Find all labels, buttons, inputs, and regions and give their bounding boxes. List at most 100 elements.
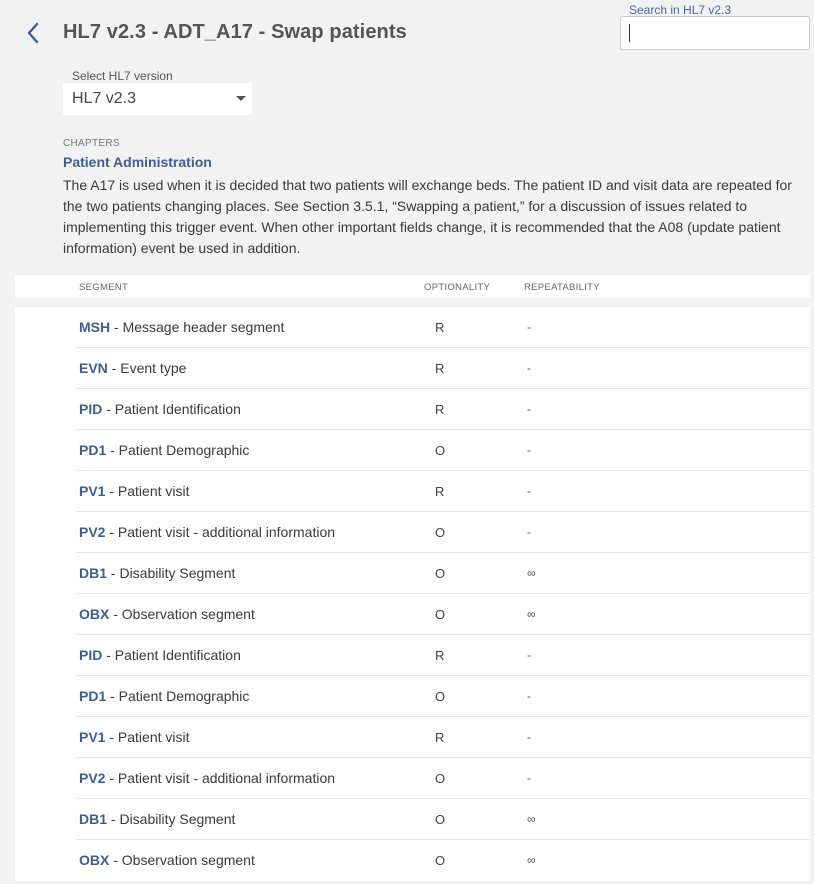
segment-code-link[interactable]: OBX <box>79 852 109 868</box>
optionality-cell: R <box>435 730 445 745</box>
segment-cell: PD1 - Patient Demographic <box>79 442 249 458</box>
repeatability-cell: - <box>527 648 531 662</box>
segment-name: - Disability Segment <box>107 811 236 827</box>
text-cursor <box>629 24 630 42</box>
repeatability-cell: - <box>527 525 531 539</box>
segment-cell: PV2 - Patient visit - additional informa… <box>79 524 335 540</box>
segment-name: - Observation segment <box>109 606 255 622</box>
repeatability-cell: ∞ <box>527 812 536 826</box>
segment-code-link[interactable]: PV1 <box>79 729 105 745</box>
search-label: Search in HL7 v2.3 <box>629 3 732 17</box>
repeatability-cell: - <box>527 320 531 334</box>
table-row[interactable]: PV2 - Patient visit - additional informa… <box>15 758 810 799</box>
column-header-repeatability[interactable]: REPEATABILITY <box>524 282 600 293</box>
back-button[interactable] <box>22 20 44 46</box>
segment-code-link[interactable]: OBX <box>79 606 109 622</box>
table-row[interactable]: PD1 - Patient Demographic O - <box>15 430 810 471</box>
version-select-value: HL7 v2.3 <box>72 90 137 107</box>
optionality-cell: O <box>435 689 446 704</box>
optionality-cell: O <box>435 525 446 540</box>
repeatability-cell: - <box>527 484 531 498</box>
repeatability-cell: - <box>527 689 531 703</box>
table-row[interactable]: DB1 - Disability Segment O ∞ <box>15 799 810 840</box>
segment-code-link[interactable]: PID <box>79 647 102 663</box>
optionality-cell: O <box>435 566 446 581</box>
segment-code-link[interactable]: PD1 <box>79 442 106 458</box>
segment-name: - Patient Identification <box>102 401 241 417</box>
repeatability-cell: - <box>527 771 531 785</box>
segment-cell: DB1 - Disability Segment <box>79 811 235 827</box>
segment-code-link[interactable]: PV2 <box>79 524 105 540</box>
segment-cell: OBX - Observation segment <box>79 606 255 622</box>
segment-code-link[interactable]: PV2 <box>79 770 105 786</box>
table-row[interactable]: PV2 - Patient visit - additional informa… <box>15 512 810 553</box>
segment-cell: PID - Patient Identification <box>79 401 241 417</box>
segment-cell: OBX - Observation segment <box>79 852 255 868</box>
segment-code-link[interactable]: MSH <box>79 319 110 335</box>
segment-cell: DB1 - Disability Segment <box>79 565 235 581</box>
segment-code-link[interactable]: DB1 <box>79 565 107 581</box>
optionality-cell: R <box>435 484 445 499</box>
segment-name: - Patient visit <box>105 483 190 499</box>
optionality-cell: O <box>435 607 446 622</box>
search-input[interactable] <box>620 16 810 50</box>
optionality-cell: O <box>435 853 446 868</box>
optionality-cell: O <box>435 443 446 458</box>
table-row[interactable]: PID - Patient Identification R - <box>15 635 810 676</box>
table-row[interactable]: PV1 - Patient visit R - <box>15 471 810 512</box>
segment-cell: MSH - Message header segment <box>79 319 284 335</box>
segment-table: MSH - Message header segment R - EVN - Even… <box>15 307 810 881</box>
optionality-cell: R <box>435 320 445 335</box>
segment-cell: PV2 - Patient visit - additional informa… <box>79 770 335 786</box>
segment-code-link[interactable]: EVN <box>79 360 108 376</box>
table-row[interactable]: OBX - Observation segment O ∞ <box>15 840 810 881</box>
segment-cell: EVN - Event type <box>79 360 186 376</box>
table-row[interactable]: DB1 - Disability Segment O ∞ <box>15 553 810 594</box>
segment-name: - Disability Segment <box>107 565 236 581</box>
optionality-cell: O <box>435 812 446 827</box>
table-row[interactable]: PV1 - Patient visit R - <box>15 717 810 758</box>
repeatability-cell: - <box>527 402 531 416</box>
optionality-cell: O <box>435 771 446 786</box>
segment-name: - Patient visit - additional information <box>105 770 336 786</box>
repeatability-cell: - <box>527 443 531 457</box>
repeatability-cell: - <box>527 361 531 375</box>
segment-name: - Event type <box>107 360 187 376</box>
chapters-label: CHAPTERS <box>63 138 120 149</box>
table-row[interactable]: MSH - Message header segment R - <box>15 307 810 348</box>
event-description: The A17 is used when it is decided that … <box>63 177 792 256</box>
segment-cell: PV1 - Patient visit <box>79 729 190 745</box>
column-header-segment[interactable]: SEGMENT <box>79 282 128 293</box>
table-row[interactable]: EVN - Event type R - <box>15 348 810 389</box>
chapter-link[interactable]: Patient Administration <box>63 154 212 170</box>
table-header: SEGMENT OPTIONALITY REPEATABILITY <box>15 275 810 298</box>
repeatability-cell: ∞ <box>527 853 536 867</box>
table-row[interactable]: PD1 - Patient Demographic O - <box>15 676 810 717</box>
segment-code-link[interactable]: DB1 <box>79 811 107 827</box>
segment-name: - Patient Demographic <box>106 442 250 458</box>
optionality-cell: R <box>435 361 445 376</box>
segment-cell: PV1 - Patient visit <box>79 483 190 499</box>
version-select-label: Select HL7 version <box>72 69 173 83</box>
segment-code-link[interactable]: PD1 <box>79 688 106 704</box>
segment-name: - Patient Demographic <box>106 688 250 704</box>
optionality-cell: R <box>435 402 445 417</box>
segment-cell: PD1 - Patient Demographic <box>79 688 249 704</box>
table-row[interactable]: PID - Patient Identification R - <box>15 389 810 430</box>
table-row[interactable]: OBX - Observation segment O ∞ <box>15 594 810 635</box>
segment-name: - Message header segment <box>110 319 285 335</box>
version-select[interactable]: HL7 v2.3 <box>63 83 252 115</box>
dropdown-caret-icon <box>236 96 246 101</box>
segment-name: - Patient visit - additional information <box>105 524 336 540</box>
repeatability-cell: ∞ <box>527 607 536 621</box>
column-header-optionality[interactable]: OPTIONALITY <box>424 282 490 293</box>
page-title: HL7 v2.3 - ADT_A17 - Swap patients <box>63 21 407 43</box>
segment-name: - Patient visit <box>105 729 190 745</box>
segment-code-link[interactable]: PID <box>79 401 102 417</box>
repeatability-cell: ∞ <box>527 566 536 580</box>
segment-code-link[interactable]: PV1 <box>79 483 105 499</box>
segment-name: - Patient Identification <box>102 647 241 663</box>
optionality-cell: R <box>435 648 445 663</box>
segment-name: - Observation segment <box>109 852 255 868</box>
segment-cell: PID - Patient Identification <box>79 647 241 663</box>
